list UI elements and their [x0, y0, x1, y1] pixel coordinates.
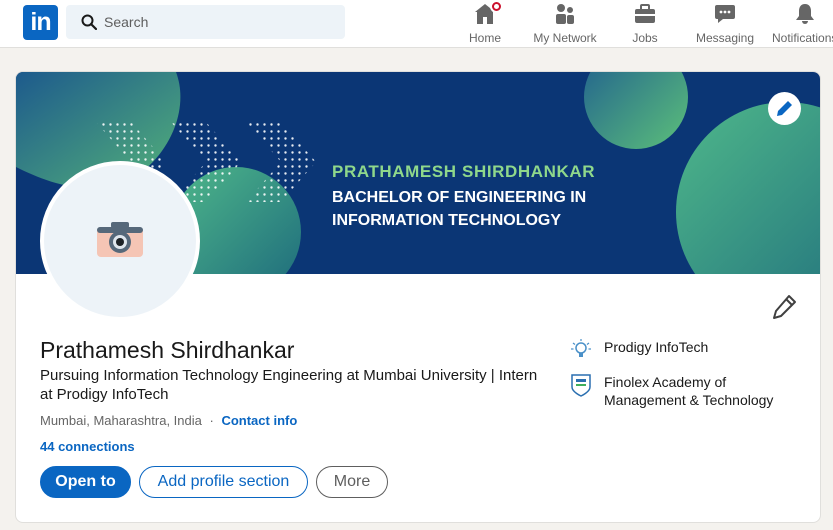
profile-location: Mumbai, Maharashtra, India — [40, 413, 202, 428]
location-row: Mumbai, Maharashtra, India · Contact inf… — [40, 413, 297, 428]
message-icon — [713, 2, 737, 26]
nav-my-network[interactable]: My Network — [528, 2, 602, 46]
nav-my-network-label: My Network — [533, 31, 597, 45]
connections-link[interactable]: 44 connections — [40, 439, 135, 454]
nav-notifications-label: Notifications — [772, 31, 833, 45]
edit-banner-button[interactable] — [768, 92, 801, 125]
contact-info-link[interactable]: Contact info — [221, 413, 297, 428]
banner-title: PRATHAMESH SHIRDHANKAR — [332, 162, 596, 181]
open-to-button[interactable]: Open to — [40, 466, 131, 498]
add-profile-section-button[interactable]: Add profile section — [139, 466, 308, 498]
banner-degree: BACHELOR OF ENGINEERING IN — [332, 189, 587, 206]
profile-headline: Pursuing Information Technology Engineer… — [40, 367, 538, 403]
search-input[interactable] — [104, 5, 334, 39]
camera-icon — [97, 222, 143, 257]
separator: · — [209, 413, 214, 428]
nav-notifications[interactable]: Notifications — [770, 2, 833, 46]
search-box[interactable] — [66, 5, 345, 39]
bell-icon — [793, 2, 817, 26]
org-prodigy-name: Prodigy InfoTech — [604, 339, 709, 355]
profile-card: PRATHAMESH SHIRDHANKAR BACHELOR OF ENGIN… — [15, 71, 821, 523]
prodigy-logo-icon — [571, 339, 591, 357]
pencil-icon — [777, 101, 792, 116]
org-finolex-name: Finolex Academy of Management & Technolo… — [604, 374, 774, 408]
pencil-icon — [773, 295, 796, 319]
notification-badge — [490, 0, 503, 13]
briefcase-icon — [633, 2, 657, 26]
nav-home-label: Home — [468, 31, 501, 45]
more-button[interactable]: More — [316, 466, 388, 498]
nav-jobs-label: Jobs — [632, 31, 658, 45]
nav-messaging[interactable]: Messaging — [695, 2, 755, 46]
avatar[interactable] — [40, 161, 200, 321]
edit-intro-button[interactable] — [769, 291, 801, 323]
banner-field: INFORMATION TECHNOLOGY — [332, 212, 562, 229]
finolex-logo-icon — [571, 374, 591, 397]
linkedin-logo[interactable]: in — [23, 5, 58, 40]
search-icon — [81, 14, 97, 30]
nav-jobs[interactable]: Jobs — [625, 2, 665, 46]
nav-messaging-label: Messaging — [695, 31, 755, 45]
nav-home[interactable]: Home — [461, 0, 509, 46]
home-icon — [473, 0, 503, 26]
top-nav: in Home My Network — [0, 0, 833, 48]
network-icon — [553, 2, 577, 26]
profile-name: Prathamesh Shirdhankar — [40, 337, 295, 363]
